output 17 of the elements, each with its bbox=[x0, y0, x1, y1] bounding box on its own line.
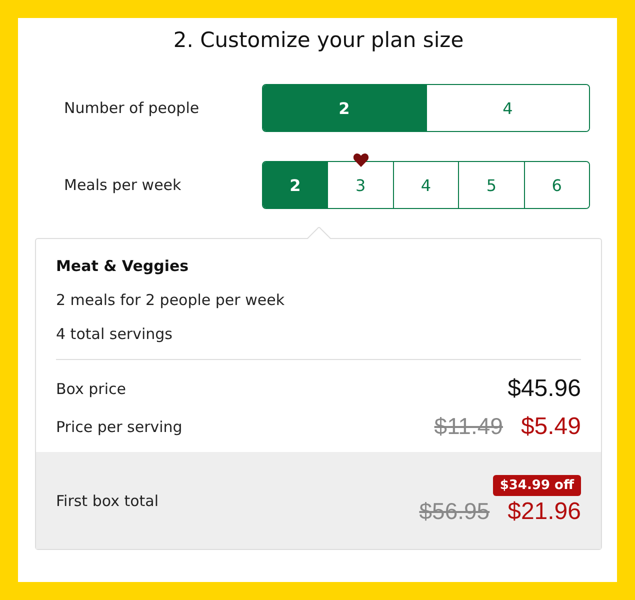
option-label: Meals per week bbox=[63, 176, 182, 194]
option-label: Number of people bbox=[63, 99, 200, 117]
section-title: 2. Customize your plan size bbox=[172, 28, 465, 52]
option-button[interactable]: 2 bbox=[263, 85, 426, 131]
total-price: $21.96 bbox=[508, 498, 581, 526]
price-value: $5.49 bbox=[520, 413, 581, 441]
plan-detail: 4 total servings bbox=[56, 325, 174, 343]
option-button[interactable]: 2 bbox=[263, 162, 328, 208]
plan-detail: 2 meals for 2 people per week bbox=[56, 291, 286, 309]
original-price: $56.95 bbox=[419, 498, 490, 525]
total-label: First box total bbox=[56, 492, 159, 510]
price-label: Price per serving bbox=[56, 418, 182, 436]
plan-name: Meat & Veggies bbox=[56, 257, 190, 275]
discount-badge: $34.99 off bbox=[492, 475, 581, 496]
price-value: $45.96 bbox=[508, 375, 581, 403]
original-price: $11.49 bbox=[434, 413, 503, 440]
price-label: Box price bbox=[56, 380, 126, 398]
